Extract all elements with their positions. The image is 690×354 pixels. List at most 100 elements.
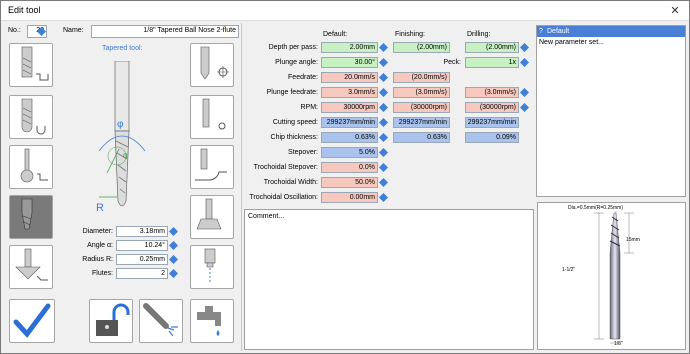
stepover-spinner-icon[interactable]: [379, 148, 388, 157]
param-set-item-default[interactable]: ? Default: [537, 26, 685, 37]
plunge-feed-drilling-field[interactable]: (3.0mm/s): [465, 87, 519, 98]
name-label: Name:: [63, 27, 84, 34]
diameter-spinner-icon[interactable]: [169, 227, 178, 236]
flutes-field[interactable]: 2: [116, 268, 168, 279]
rpm-drilling-spinner-icon[interactable]: [520, 103, 529, 112]
column-finishing-header: Finishing:: [395, 31, 425, 38]
trochoidal-oscillation-spinner-icon[interactable]: [379, 193, 388, 202]
chip-drilling-field[interactable]: 0.09%: [465, 132, 519, 143]
tool-number-spinner-icon[interactable]: [37, 27, 46, 36]
coolant-tap-button[interactable]: [190, 299, 234, 343]
tool-type-countersink[interactable]: [9, 245, 53, 289]
rpm-drilling-field[interactable]: (30000rpm): [465, 102, 519, 113]
stepover-field[interactable]: 5.0%: [321, 147, 378, 158]
tool-type-flat-endmill[interactable]: [9, 43, 53, 87]
depth-label: Depth per pass:: [268, 44, 318, 51]
trochoidal-stepover-field[interactable]: 0.0%: [321, 162, 378, 173]
ok-button[interactable]: [9, 299, 55, 343]
water-tap-icon: [197, 306, 221, 336]
depth-drilling-field[interactable]: (2.00mm): [465, 42, 519, 53]
plunge-feed-drilling-spinner-icon[interactable]: [520, 88, 529, 97]
rpm-spinner-icon[interactable]: [379, 103, 388, 112]
unlock-icon: [96, 303, 130, 336]
flat-endmill-icon: [21, 46, 49, 81]
radius-spinner-icon[interactable]: [169, 255, 178, 264]
tapered-ball-nose-photo: [594, 211, 634, 344]
plunge-feed-default-field[interactable]: 3.0mm/s: [321, 87, 378, 98]
diameter-label: Diameter:: [82, 228, 113, 235]
rpm-default-field[interactable]: 30000rpm: [321, 102, 378, 113]
angle-symbol: α: [123, 151, 128, 160]
tool-type-lollipop[interactable]: [9, 145, 53, 189]
edit-tool-window: Edit tool ✕ No.: 20 Name: 1/8" Tapered B…: [0, 0, 690, 354]
tapered-tool-diagram: [98, 61, 146, 207]
tool-type-drill[interactable]: [190, 43, 234, 87]
plunge-angle-spinner-icon[interactable]: [379, 58, 388, 67]
tool-type-ball-endmill[interactable]: [9, 95, 53, 139]
chip-finishing-field[interactable]: 0.63%: [393, 132, 450, 143]
tool-type-waterjet[interactable]: [190, 245, 234, 289]
radius-field[interactable]: 0.25mm: [116, 254, 168, 265]
param-set-item-new[interactable]: New parameter set...: [537, 37, 685, 48]
feedrate-finishing-field[interactable]: (20.0mm/s): [393, 72, 450, 83]
help-icon: ?: [539, 28, 543, 35]
plunge-feed-finishing-field[interactable]: (3.0mm/s): [393, 87, 450, 98]
title-bar: Edit tool ✕: [1, 1, 689, 21]
drill-icon: [200, 46, 229, 80]
chip-thickness-label: Chip thickness:: [270, 134, 318, 141]
diameter-field[interactable]: 3.18mm: [116, 226, 168, 237]
v-bit-icon: [195, 148, 227, 181]
plunge-angle-field[interactable]: 30.00°: [321, 57, 378, 68]
column-drilling-header: Drilling:: [467, 31, 491, 38]
tool-type-tapered-selected[interactable]: [9, 195, 53, 239]
cutting-speed-finishing-field[interactable]: 299237mm/min: [393, 117, 450, 128]
trochoidal-stepover-label: Trochoidal Stepover:: [253, 164, 318, 171]
coolant-spray-button[interactable]: [139, 299, 183, 343]
no-label: No.:: [8, 27, 21, 34]
parameter-set-list: ? Default New parameter set...: [536, 25, 686, 197]
tool-type-dovetail[interactable]: [190, 195, 234, 239]
trochoidal-oscillation-label: Trochoidal Oscillation:: [249, 194, 318, 201]
trochoidal-width-label: Trochoidal Width:: [263, 179, 318, 186]
chip-default-field[interactable]: 0.63%: [321, 132, 378, 143]
cutting-speed-default-field[interactable]: 299237mm/min: [321, 117, 378, 128]
tool-image-panel: Dia.=0.5mm(R=0.25mm) 15mm 1-1/2" 1/8": [537, 202, 686, 350]
spray-nozzle-icon: [143, 303, 178, 337]
trochoidal-width-field[interactable]: 50.0%: [321, 177, 378, 188]
depth-default-field[interactable]: 2.00mm: [321, 42, 378, 53]
cutting-speed-drilling-field[interactable]: 299237mm/min: [465, 117, 519, 128]
window-title: Edit tool: [8, 5, 41, 15]
chip-spinner-icon[interactable]: [379, 133, 388, 142]
tool-type-vbit[interactable]: [190, 145, 234, 189]
rpm-finishing-field[interactable]: (30000rpm): [393, 102, 450, 113]
angle-field[interactable]: 10.24°: [116, 240, 168, 251]
ball-endmill-icon: [21, 98, 46, 135]
rpm-label: RPM:: [300, 104, 319, 111]
peck-spinner-icon[interactable]: [520, 58, 529, 67]
depth-spinner-icon[interactable]: [379, 43, 388, 52]
feedrate-spinner-icon[interactable]: [379, 73, 388, 82]
radius-symbol: R: [96, 202, 104, 214]
feedrate-default-field[interactable]: 20.0mm/s: [321, 72, 378, 83]
tapered-endmill-icon: [21, 198, 33, 230]
trochoidal-width-spinner-icon[interactable]: [379, 178, 388, 187]
close-icon[interactable]: ✕: [667, 3, 683, 19]
flutes-spinner-icon[interactable]: [169, 269, 178, 278]
plunge-angle-label: Plunge angle:: [275, 59, 318, 66]
angle-spinner-icon[interactable]: [169, 241, 178, 250]
plunge-feed-label: Plunge feedrate:: [266, 89, 318, 96]
unlock-button[interactable]: [89, 299, 133, 343]
waterjet-icon: [204, 248, 216, 282]
peck-field[interactable]: 1x: [465, 57, 519, 68]
plunge-feed-spinner-icon[interactable]: [379, 88, 388, 97]
cutting-speed-spinner-icon[interactable]: [379, 118, 388, 127]
tool-name-field[interactable]: 1/8" Tapered Ball Nose 2-flute: [91, 25, 239, 38]
flutes-label: Flutes:: [91, 270, 113, 277]
tool-type-engraver[interactable]: [190, 95, 234, 139]
peck-label: Peck:: [443, 59, 461, 66]
depth-finishing-field[interactable]: (2.00mm): [393, 42, 450, 53]
trochoidal-stepover-spinner-icon[interactable]: [379, 163, 388, 172]
comment-textarea[interactable]: Comment...: [244, 209, 534, 350]
trochoidal-oscillation-field[interactable]: 0.00mm: [321, 192, 378, 203]
depth-drilling-spinner-icon[interactable]: [520, 43, 529, 52]
